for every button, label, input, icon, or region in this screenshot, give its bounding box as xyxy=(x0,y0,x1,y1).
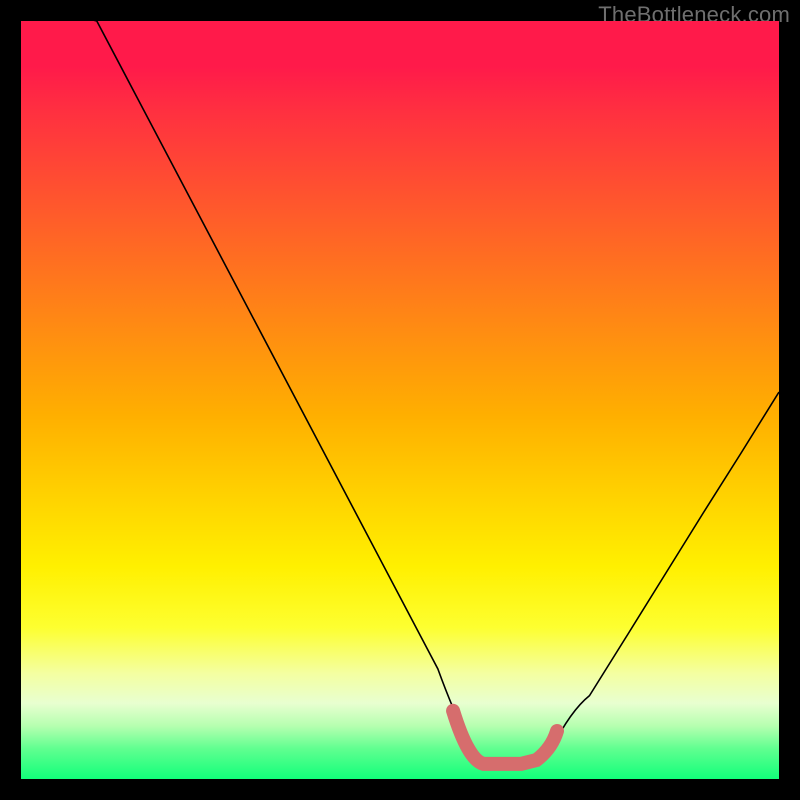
chart-stage: TheBottleneck.com xyxy=(0,0,800,800)
plot-area xyxy=(21,21,779,779)
bottleneck-curve xyxy=(21,21,779,764)
baseline-segment xyxy=(453,711,557,764)
curve-layer xyxy=(21,21,779,779)
